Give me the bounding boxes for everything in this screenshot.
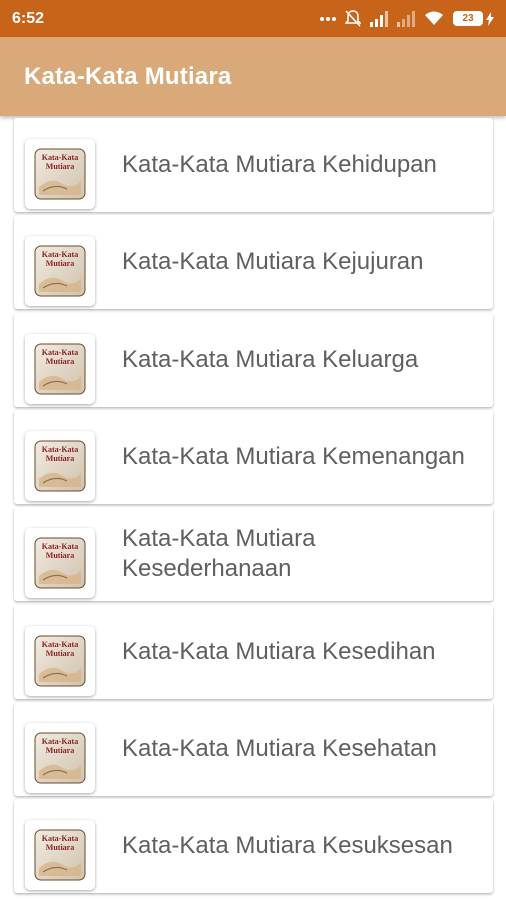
list-item-label: Kata-Kata Mutiara Kejujuran (122, 248, 424, 276)
thumbnail-text-line-2: Mutiara (46, 357, 74, 366)
list-item-label: Kata-Kata Mutiara Kesederhanaan (122, 525, 316, 583)
more-dots-icon (320, 16, 336, 22)
thumbnail-text-line-1: Kata-Kata (42, 542, 78, 551)
thumbnail-text-line-2: Mutiara (46, 746, 74, 755)
list-item-label: Kata-Kata Mutiara Keluarga (122, 345, 419, 373)
signal-icon (370, 10, 388, 27)
thumbnail-text-line-2: Mutiara (46, 454, 74, 463)
list-item-label: Kata-Kata Mutiara Kesedihan (122, 637, 436, 665)
list-item-label: Kata-Kata Mutiara Kehidupan (122, 151, 437, 178)
book-thumbnail-icon: Kata-Kata Mutiara (25, 333, 95, 404)
list-item-3[interactable]: Kata-Kata Mutiara Kata-Kata Mutiara Kelu… (14, 312, 493, 407)
thumbnail-text-line-1: Kata-Kata (42, 153, 78, 162)
book-thumbnail-icon: Kata-Kata Mutiara (25, 236, 95, 307)
list-item-label: Kata-Kata Mutiara Kesuksesan (122, 832, 453, 860)
list-item-label: Kata-Kata Mutiara Kemenangan (122, 442, 465, 470)
thumbnail-text-line-2: Mutiara (46, 551, 74, 560)
list-item-5[interactable]: Kata-Kata Mutiara Kata-Kata Mutiara Kese… (14, 507, 493, 602)
list-item-4[interactable]: Kata-Kata Mutiara Kata-Kata Mutiara Keme… (14, 409, 493, 504)
thumbnail-text-line-1: Kata-Kata (42, 445, 78, 454)
status-bar: 6:52 23 (0, 0, 506, 37)
thumbnail-text-line-2: Mutiara (46, 162, 74, 171)
signal-weak-icon (397, 10, 415, 27)
thumbnail-text-line-1: Kata-Kata (42, 640, 78, 649)
book-thumbnail-icon: Kata-Kata Mutiara (25, 528, 95, 599)
status-time: 6:52 (12, 9, 45, 27)
thumbnail-text-line-1: Kata-Kata (42, 250, 78, 259)
list-item-2[interactable]: Kata-Kata Mutiara Kata-Kata Mutiara Keju… (14, 215, 493, 310)
battery-icon: 23 (453, 11, 494, 26)
status-icons: 23 (320, 10, 494, 27)
list-item-8[interactable]: Kata-Kata Mutiara Kata-Kata Mutiara Kesu… (14, 799, 493, 894)
list-item-1[interactable]: Kata-Kata Mutiara Kata-Kata Mutiara Kehi… (14, 118, 493, 212)
book-thumbnail-icon: Kata-Kata Mutiara (25, 722, 95, 793)
thumbnail-text-line-2: Mutiara (46, 259, 74, 268)
charging-icon (486, 11, 494, 26)
list-item-6[interactable]: Kata-Kata Mutiara Kata-Kata Mutiara Kese… (14, 604, 493, 699)
thumbnail-text-line-1: Kata-Kata (42, 834, 78, 843)
book-thumbnail-icon: Kata-Kata Mutiara (25, 430, 95, 501)
mute-icon (345, 10, 361, 27)
thumbnail-text-line-1: Kata-Kata (42, 737, 78, 746)
list-item-7[interactable]: Kata-Kata Mutiara Kata-Kata Mutiara Kese… (14, 701, 493, 796)
thumbnail-text-line-1: Kata-Kata (42, 348, 78, 357)
thumbnail-text-line-2: Mutiara (46, 843, 74, 852)
app-title: Kata-Kata Mutiara (24, 62, 232, 90)
wifi-icon (424, 11, 444, 26)
thumbnail-text-line-2: Mutiara (46, 649, 74, 658)
book-thumbnail-icon: Kata-Kata Mutiara (25, 625, 95, 696)
book-thumbnail-icon: Kata-Kata Mutiara (25, 139, 95, 209)
list-item-label: Kata-Kata Mutiara Kesehatan (122, 734, 437, 762)
battery-level: 23 (453, 11, 483, 26)
app-bar: Kata-Kata Mutiara (0, 37, 506, 116)
book-thumbnail-icon: Kata-Kata Mutiara (25, 820, 95, 891)
